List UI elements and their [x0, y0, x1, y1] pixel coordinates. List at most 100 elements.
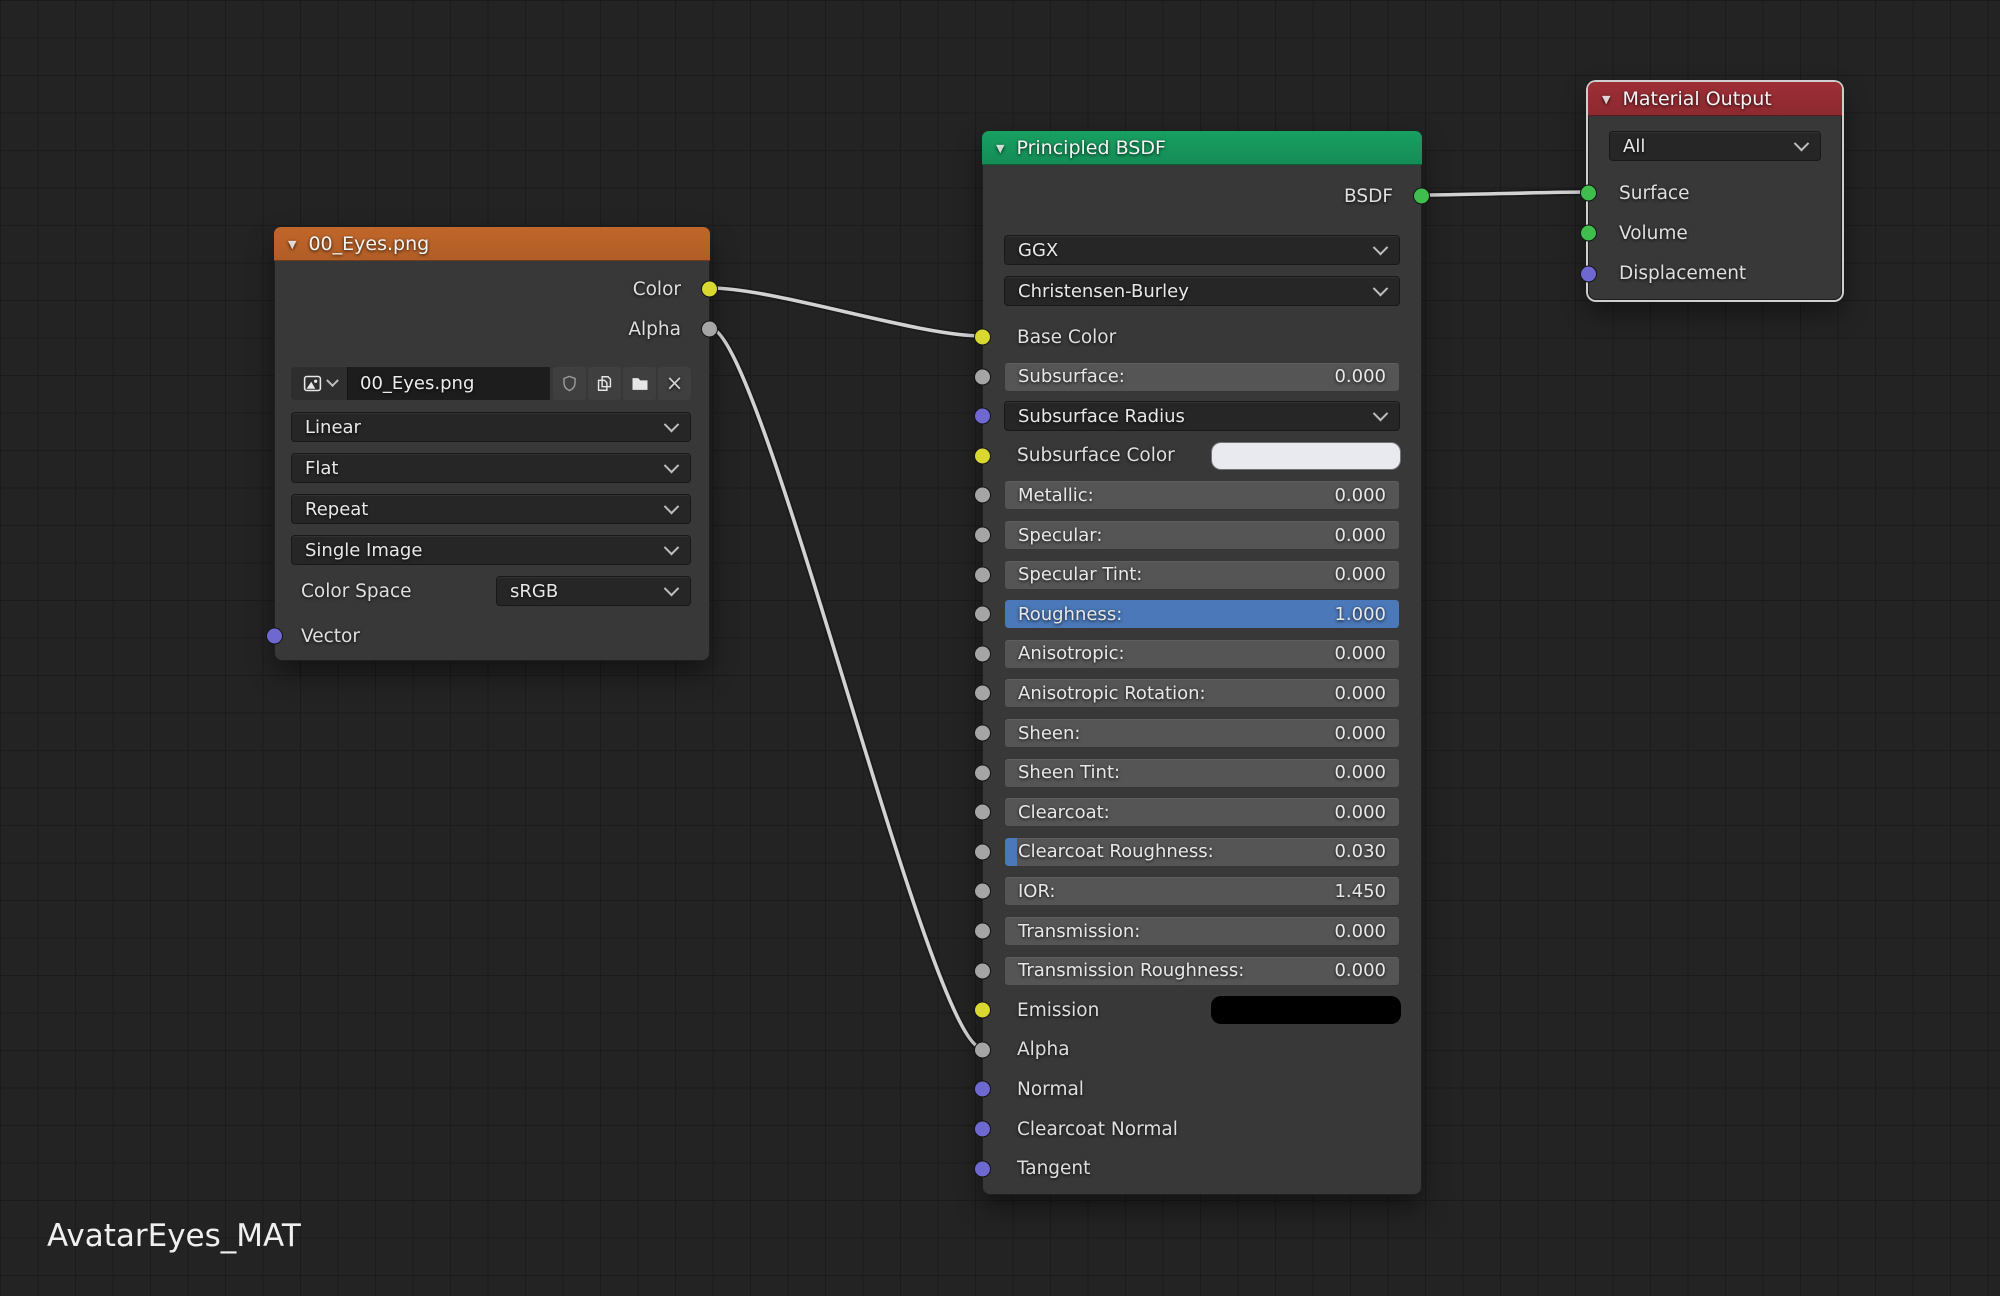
- material-output-node[interactable]: ▼ Material Output All SurfaceVolumeDispl…: [1588, 82, 1842, 300]
- select-single-image[interactable]: Single Image: [291, 535, 691, 565]
- wire-alpha-to-alpha[interactable]: [710, 328, 982, 1048]
- socket-in-base-color[interactable]: [974, 329, 991, 346]
- socket-in-transmission-roughness[interactable]: [974, 962, 991, 979]
- image-name-field[interactable]: 00_Eyes.png: [348, 367, 550, 400]
- slider-fill: [1005, 838, 1017, 866]
- select-flat[interactable]: Flat: [291, 453, 691, 483]
- chevron-down-icon: [1373, 406, 1389, 422]
- socket-in-subsurface-color[interactable]: [974, 447, 991, 464]
- socket-in-specular-tint[interactable]: [974, 566, 991, 583]
- socket-in-surface[interactable]: [1580, 185, 1597, 202]
- slider-sheen-tint[interactable]: Sheen Tint:0.000: [1004, 758, 1400, 788]
- close-icon: ×: [666, 373, 684, 394]
- image-icon: [302, 373, 323, 394]
- select-linear[interactable]: Linear: [291, 412, 691, 442]
- node-title: Material Output: [1622, 88, 1771, 110]
- principled-bsdf-node[interactable]: ▼ Principled BSDF BSDF GGXChristensen-Bu…: [982, 131, 1422, 1195]
- socket-in-emission[interactable]: [974, 1002, 991, 1019]
- color-swatch-subsurface-color[interactable]: [1211, 442, 1401, 470]
- socket-in-normal[interactable]: [974, 1081, 991, 1098]
- slider-transmission-roughness[interactable]: Transmission Roughness:0.000: [1004, 956, 1400, 986]
- socket-in-subsurface-radius[interactable]: [974, 408, 991, 425]
- param-label-tangent: Tangent: [983, 1158, 1090, 1179]
- chevron-down-icon: [664, 457, 680, 473]
- socket-in-sheen-tint[interactable]: [974, 764, 991, 781]
- chevron-down-icon: [1373, 239, 1389, 255]
- input-row-vector: Vector: [275, 621, 709, 651]
- param-row-specular-tint: Specular Tint:0.000: [983, 560, 1421, 590]
- slider-clearcoat[interactable]: Clearcoat:0.000: [1004, 797, 1400, 827]
- socket-in-metallic[interactable]: [974, 487, 991, 504]
- socket-in-clearcoat-roughness[interactable]: [974, 843, 991, 860]
- slider-label: IOR:: [1018, 881, 1056, 902]
- slider-label: Clearcoat Roughness:: [1018, 841, 1214, 862]
- open-image-button[interactable]: [623, 367, 656, 400]
- param-label-subsurface-color: Subsurface Color: [983, 445, 1175, 466]
- socket-in-ior[interactable]: [974, 883, 991, 900]
- slider-label: Sheen Tint:: [1018, 762, 1120, 783]
- material-output-node-header[interactable]: ▼ Material Output: [1588, 82, 1842, 116]
- color-swatch-emission[interactable]: [1211, 996, 1401, 1024]
- slider-value: 0.000: [1334, 525, 1386, 546]
- color-space-row: Color Space sRGB: [275, 576, 709, 606]
- slider-metallic[interactable]: Metallic:0.000: [1004, 480, 1400, 510]
- slider-transmission[interactable]: Transmission:0.000: [1004, 916, 1400, 946]
- socket-in-clearcoat-normal[interactable]: [974, 1121, 991, 1138]
- socket-in-clearcoat[interactable]: [974, 804, 991, 821]
- socket-in-anisotropic-rotation[interactable]: [974, 685, 991, 702]
- collapse-triangle-icon[interactable]: ▼: [288, 238, 296, 251]
- image-datablock-menu[interactable]: [291, 367, 348, 400]
- target-select[interactable]: All: [1609, 131, 1821, 161]
- slider-label: Sheen:: [1018, 723, 1080, 744]
- slider-roughness[interactable]: Roughness:1.000: [1004, 599, 1400, 629]
- chevron-down-icon: [664, 580, 680, 596]
- slider-value: 0.000: [1334, 683, 1386, 704]
- param-row-alpha: Alpha: [983, 1035, 1421, 1065]
- param-row-clearcoat: Clearcoat:0.000: [983, 797, 1421, 827]
- unlink-datablock-button[interactable]: ×: [658, 367, 691, 400]
- socket-in-anisotropic[interactable]: [974, 645, 991, 662]
- socket-in-transmission[interactable]: [974, 923, 991, 940]
- param-row-normal: Normal: [983, 1074, 1421, 1104]
- slider-specular[interactable]: Specular:0.000: [1004, 520, 1400, 550]
- select-subsurface-radius[interactable]: Subsurface Radius: [1004, 401, 1400, 431]
- select-value: Single Image: [305, 540, 422, 561]
- socket-out-color[interactable]: [701, 281, 718, 298]
- select-ggx[interactable]: GGX: [1004, 235, 1400, 265]
- slider-ior[interactable]: IOR:1.450: [1004, 876, 1400, 906]
- collapse-triangle-icon[interactable]: ▼: [996, 142, 1004, 155]
- slider-specular-tint[interactable]: Specular Tint:0.000: [1004, 560, 1400, 590]
- socket-in-displacement[interactable]: [1580, 265, 1597, 282]
- socket-out-bsdf[interactable]: [1413, 188, 1430, 205]
- socket-in-subsurface[interactable]: [974, 368, 991, 385]
- collapse-triangle-icon[interactable]: ▼: [1602, 93, 1610, 106]
- fake-user-button[interactable]: [553, 367, 586, 400]
- input-label-displacement: Displacement: [1589, 263, 1746, 284]
- param-row-emission: Emission: [983, 995, 1421, 1025]
- select-value: Repeat: [305, 499, 368, 520]
- slider-value: 0.000: [1334, 564, 1386, 585]
- slider-anisotropic-rotation[interactable]: Anisotropic Rotation:0.000: [1004, 678, 1400, 708]
- slider-sheen[interactable]: Sheen:0.000: [1004, 718, 1400, 748]
- image-texture-node[interactable]: ▼ 00_Eyes.png ColorAlpha 00_Eyes.png: [274, 227, 710, 661]
- socket-in-vector[interactable]: [266, 628, 283, 645]
- select-repeat[interactable]: Repeat: [291, 494, 691, 524]
- socket-in-sheen[interactable]: [974, 725, 991, 742]
- make-single-user-button[interactable]: [588, 367, 621, 400]
- socket-in-roughness[interactable]: [974, 606, 991, 623]
- select-christensen-burley[interactable]: Christensen-Burley: [1004, 276, 1400, 306]
- socket-in-tangent[interactable]: [974, 1160, 991, 1177]
- slider-clearcoat-roughness[interactable]: Clearcoat Roughness:0.030: [1004, 837, 1400, 867]
- slider-anisotropic[interactable]: Anisotropic:0.000: [1004, 639, 1400, 669]
- socket-in-specular[interactable]: [974, 527, 991, 544]
- chevron-down-icon: [326, 374, 339, 387]
- socket-in-alpha[interactable]: [974, 1041, 991, 1058]
- image-texture-node-header[interactable]: ▼ 00_Eyes.png: [274, 227, 710, 261]
- select-value: GGX: [1018, 240, 1058, 261]
- param-row-clearcoat-normal: Clearcoat Normal: [983, 1114, 1421, 1144]
- slider-subsurface[interactable]: Subsurface:0.000: [1004, 362, 1400, 392]
- socket-out-alpha[interactable]: [701, 321, 718, 338]
- color-space-select[interactable]: sRGB: [496, 576, 691, 606]
- principled-bsdf-node-header[interactable]: ▼ Principled BSDF: [982, 131, 1422, 165]
- socket-in-volume[interactable]: [1580, 225, 1597, 242]
